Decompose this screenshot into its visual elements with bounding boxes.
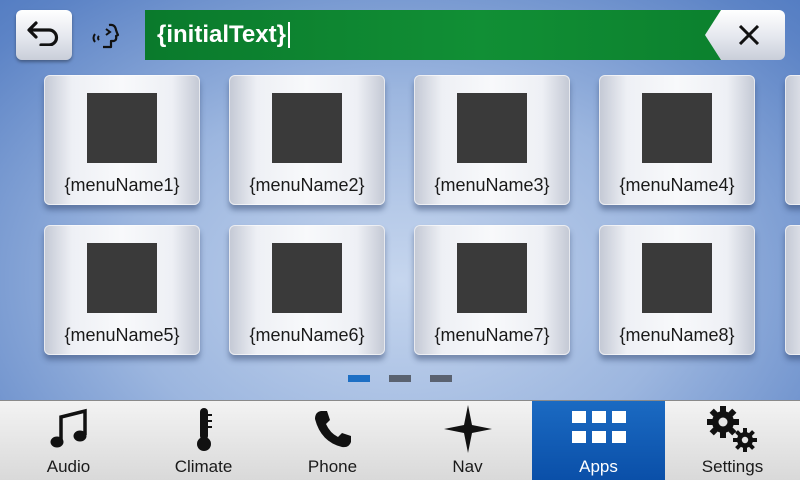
- voice-command-icon[interactable]: [86, 18, 126, 54]
- app-screen: {initialText} {menuName1} {menuName2} {m…: [0, 0, 800, 400]
- phone-icon: [311, 401, 355, 457]
- page-indicator[interactable]: [389, 375, 411, 382]
- app-tile[interactable]: {menuName3}: [414, 75, 570, 205]
- page-indicator[interactable]: [430, 375, 452, 382]
- nav-item-settings[interactable]: Settings: [666, 401, 799, 480]
- app-icon: [457, 243, 527, 313]
- nav-label: Phone: [307, 457, 358, 476]
- app-icon: [457, 93, 527, 163]
- music-note-icon: [47, 401, 91, 457]
- back-arrow-icon: [27, 20, 61, 51]
- page-indicator-active[interactable]: [348, 375, 370, 382]
- app-icon: [87, 243, 157, 313]
- tile-label: {menuName5}: [64, 325, 180, 345]
- text-cursor: [287, 22, 290, 48]
- nav-item-climate[interactable]: Climate: [137, 401, 270, 480]
- app-tile-partial[interactable]: [785, 75, 800, 205]
- app-tile[interactable]: {menuName7}: [414, 225, 570, 355]
- search-text: {initialText}: [157, 21, 286, 48]
- tile-label: {menuName3}: [434, 175, 550, 195]
- nav-label: Nav: [452, 457, 483, 476]
- nav-item-apps[interactable]: Apps: [532, 401, 665, 480]
- thermometer-icon: [192, 401, 216, 457]
- apps-grid-icon: [571, 401, 626, 457]
- nav-label: Settings: [701, 457, 764, 476]
- app-tile[interactable]: {menuName8}: [599, 225, 755, 355]
- nav-label: Audio: [46, 457, 91, 476]
- tile-label: {menuName6}: [249, 325, 365, 345]
- nav-item-nav[interactable]: Nav: [401, 401, 534, 480]
- gears-icon: [705, 401, 761, 457]
- nav-label: Apps: [579, 457, 618, 476]
- app-icon: [87, 93, 157, 163]
- app-tile[interactable]: {menuName4}: [599, 75, 755, 205]
- app-tile[interactable]: {menuName6}: [229, 225, 385, 355]
- bottom-nav-bar: Audio Climate Phone Nav Apps Settings: [0, 400, 800, 480]
- tile-label: {menuName7}: [434, 325, 550, 345]
- app-tile[interactable]: {menuName1}: [44, 75, 200, 205]
- app-tile-partial[interactable]: [785, 225, 800, 355]
- clear-button[interactable]: [705, 10, 785, 60]
- nav-label: Climate: [174, 457, 233, 476]
- app-icon: [272, 243, 342, 313]
- app-icon: [272, 93, 342, 163]
- tile-label: {menuName8}: [619, 325, 735, 345]
- nav-item-phone[interactable]: Phone: [266, 401, 399, 480]
- app-tile[interactable]: {menuName2}: [229, 75, 385, 205]
- tile-label: {menuName2}: [249, 175, 365, 195]
- app-tile[interactable]: {menuName5}: [44, 225, 200, 355]
- app-icon: [642, 93, 712, 163]
- back-button[interactable]: [16, 10, 72, 60]
- app-icon: [642, 243, 712, 313]
- tile-label: {menuName4}: [619, 175, 735, 195]
- compass-star-icon: [442, 401, 494, 457]
- search-input[interactable]: {initialText}: [145, 10, 755, 60]
- tile-label: {menuName1}: [64, 175, 180, 195]
- nav-item-audio[interactable]: Audio: [2, 401, 135, 480]
